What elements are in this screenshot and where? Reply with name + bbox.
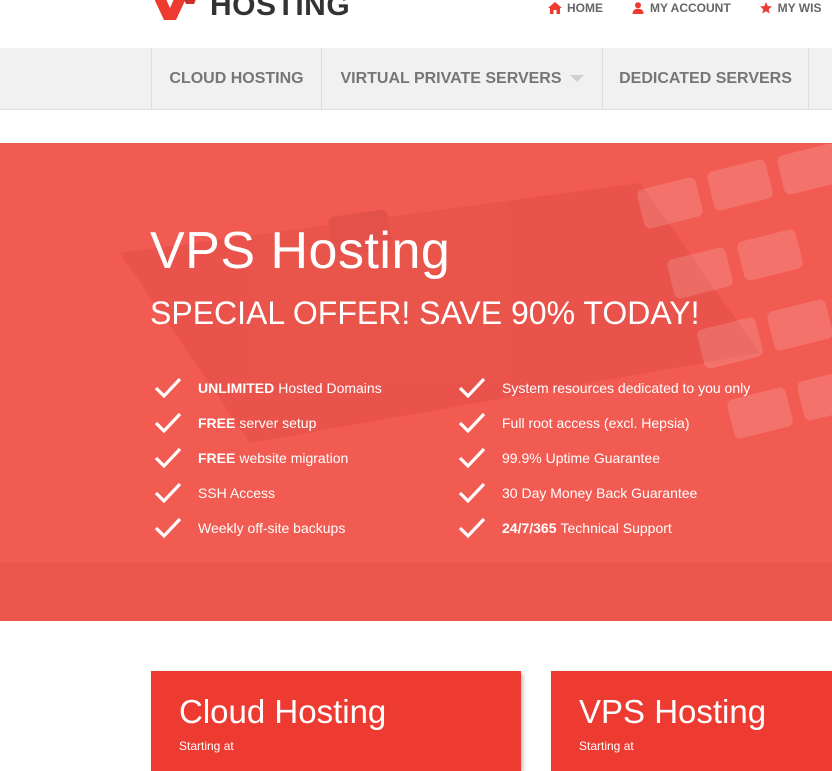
nav-item-virtual-private-servers[interactable]: VIRTUAL PRIVATE SERVERS <box>321 48 602 109</box>
feature-item: FREE website migration <box>154 447 348 469</box>
checkmark-icon <box>458 482 486 504</box>
feature-item: FREE server setup <box>154 412 316 434</box>
checkmark-icon <box>154 377 182 399</box>
feature-bold: FREE <box>198 415 236 431</box>
checkmark-icon <box>458 377 486 399</box>
feature-bold: 24/7/365 <box>502 520 557 536</box>
checkmark-icon <box>458 517 486 539</box>
checkmark-icon <box>458 447 486 469</box>
feature-text: Technical Support <box>560 520 672 536</box>
plan-card-cloud-hosting[interactable]: Cloud Hosting Starting at <box>151 671 521 771</box>
feature-item: Full root access (excl. Hepsia) <box>458 412 690 434</box>
my-wishlist-link-label: MY WIS <box>777 1 822 15</box>
home-link[interactable]: HOME <box>548 1 603 15</box>
plan-card-subtitle: Starting at <box>179 739 234 753</box>
top-links: HOME MY ACCOUNT MY WIS <box>548 0 832 16</box>
star-icon <box>759 2 772 14</box>
logo-text: HOSTING <box>210 0 351 22</box>
feature-text: Weekly off-site backups <box>198 520 346 536</box>
feature-text: SSH Access <box>198 485 276 501</box>
logo-mark-icon <box>154 0 196 20</box>
my-account-link[interactable]: MY ACCOUNT <box>631 1 731 15</box>
top-bar: HOSTING HOME MY ACCOUNT MY WIS <box>0 0 832 48</box>
feature-bold: UNLIMITED <box>198 380 275 396</box>
feature-text: System resources dedicated to you only <box>502 380 751 396</box>
user-icon <box>632 2 644 14</box>
nav-item-label: DEDICATED SERVERS <box>619 69 792 87</box>
nav-item-cloud-hosting[interactable]: CLOUD HOSTING <box>151 48 321 109</box>
feature-text: 30 Day Money Back Guarantee <box>502 485 698 501</box>
plan-card-vps-hosting[interactable]: VPS Hosting Starting at <box>551 671 832 771</box>
checkmark-icon <box>154 482 182 504</box>
hero-banner: VPS Hosting SPECIAL OFFER! SAVE 90% TODA… <box>0 143 832 621</box>
feature-item: System resources dedicated to you only <box>458 377 750 399</box>
feature-text: website migration <box>239 450 349 466</box>
feature-text: Full root access (excl. Hepsia) <box>502 415 690 431</box>
feature-item: SSH Access <box>154 482 275 504</box>
checkmark-icon <box>154 447 182 469</box>
plan-card-subtitle: Starting at <box>579 739 634 753</box>
feature-bold: FREE <box>198 450 236 466</box>
home-link-label: HOME <box>567 1 603 15</box>
feature-item: UNLIMITED Hosted Domains <box>154 377 382 399</box>
checkmark-icon <box>458 412 486 434</box>
feature-text: Hosted Domains <box>278 380 382 396</box>
feature-text: server setup <box>239 415 317 431</box>
hero-title: VPS Hosting <box>150 222 451 280</box>
plan-card-title: VPS Hosting <box>579 693 767 730</box>
feature-text: 99.9% Uptime Guarantee <box>502 450 660 466</box>
site-logo[interactable]: HOSTING <box>150 0 350 26</box>
nav-item-label: CLOUD HOSTING <box>169 69 304 87</box>
hero-subtitle: SPECIAL OFFER! SAVE 90% TODAY! <box>150 295 700 331</box>
checkmark-icon <box>154 412 182 434</box>
plan-card-title: Cloud Hosting <box>179 693 387 730</box>
my-account-link-label: MY ACCOUNT <box>650 1 731 15</box>
my-wishlist-link[interactable]: MY WIS <box>759 1 822 15</box>
dropdown-caret-icon <box>569 75 584 82</box>
home-icon <box>548 2 562 14</box>
feature-item: Weekly off-site backups <box>154 517 345 539</box>
nav-item-label: VIRTUAL PRIVATE SERVERS <box>340 69 562 87</box>
nav-item-more[interactable] <box>808 48 832 109</box>
nav-item-dedicated-servers[interactable]: DEDICATED SERVERS <box>602 48 808 109</box>
feature-item: 99.9% Uptime Guarantee <box>458 447 660 469</box>
main-nav: CLOUD HOSTING VIRTUAL PRIVATE SERVERS DE… <box>0 48 832 110</box>
feature-item: 30 Day Money Back Guarantee <box>458 482 697 504</box>
feature-item: 24/7/365 Technical Support <box>458 517 672 539</box>
checkmark-icon <box>154 517 182 539</box>
